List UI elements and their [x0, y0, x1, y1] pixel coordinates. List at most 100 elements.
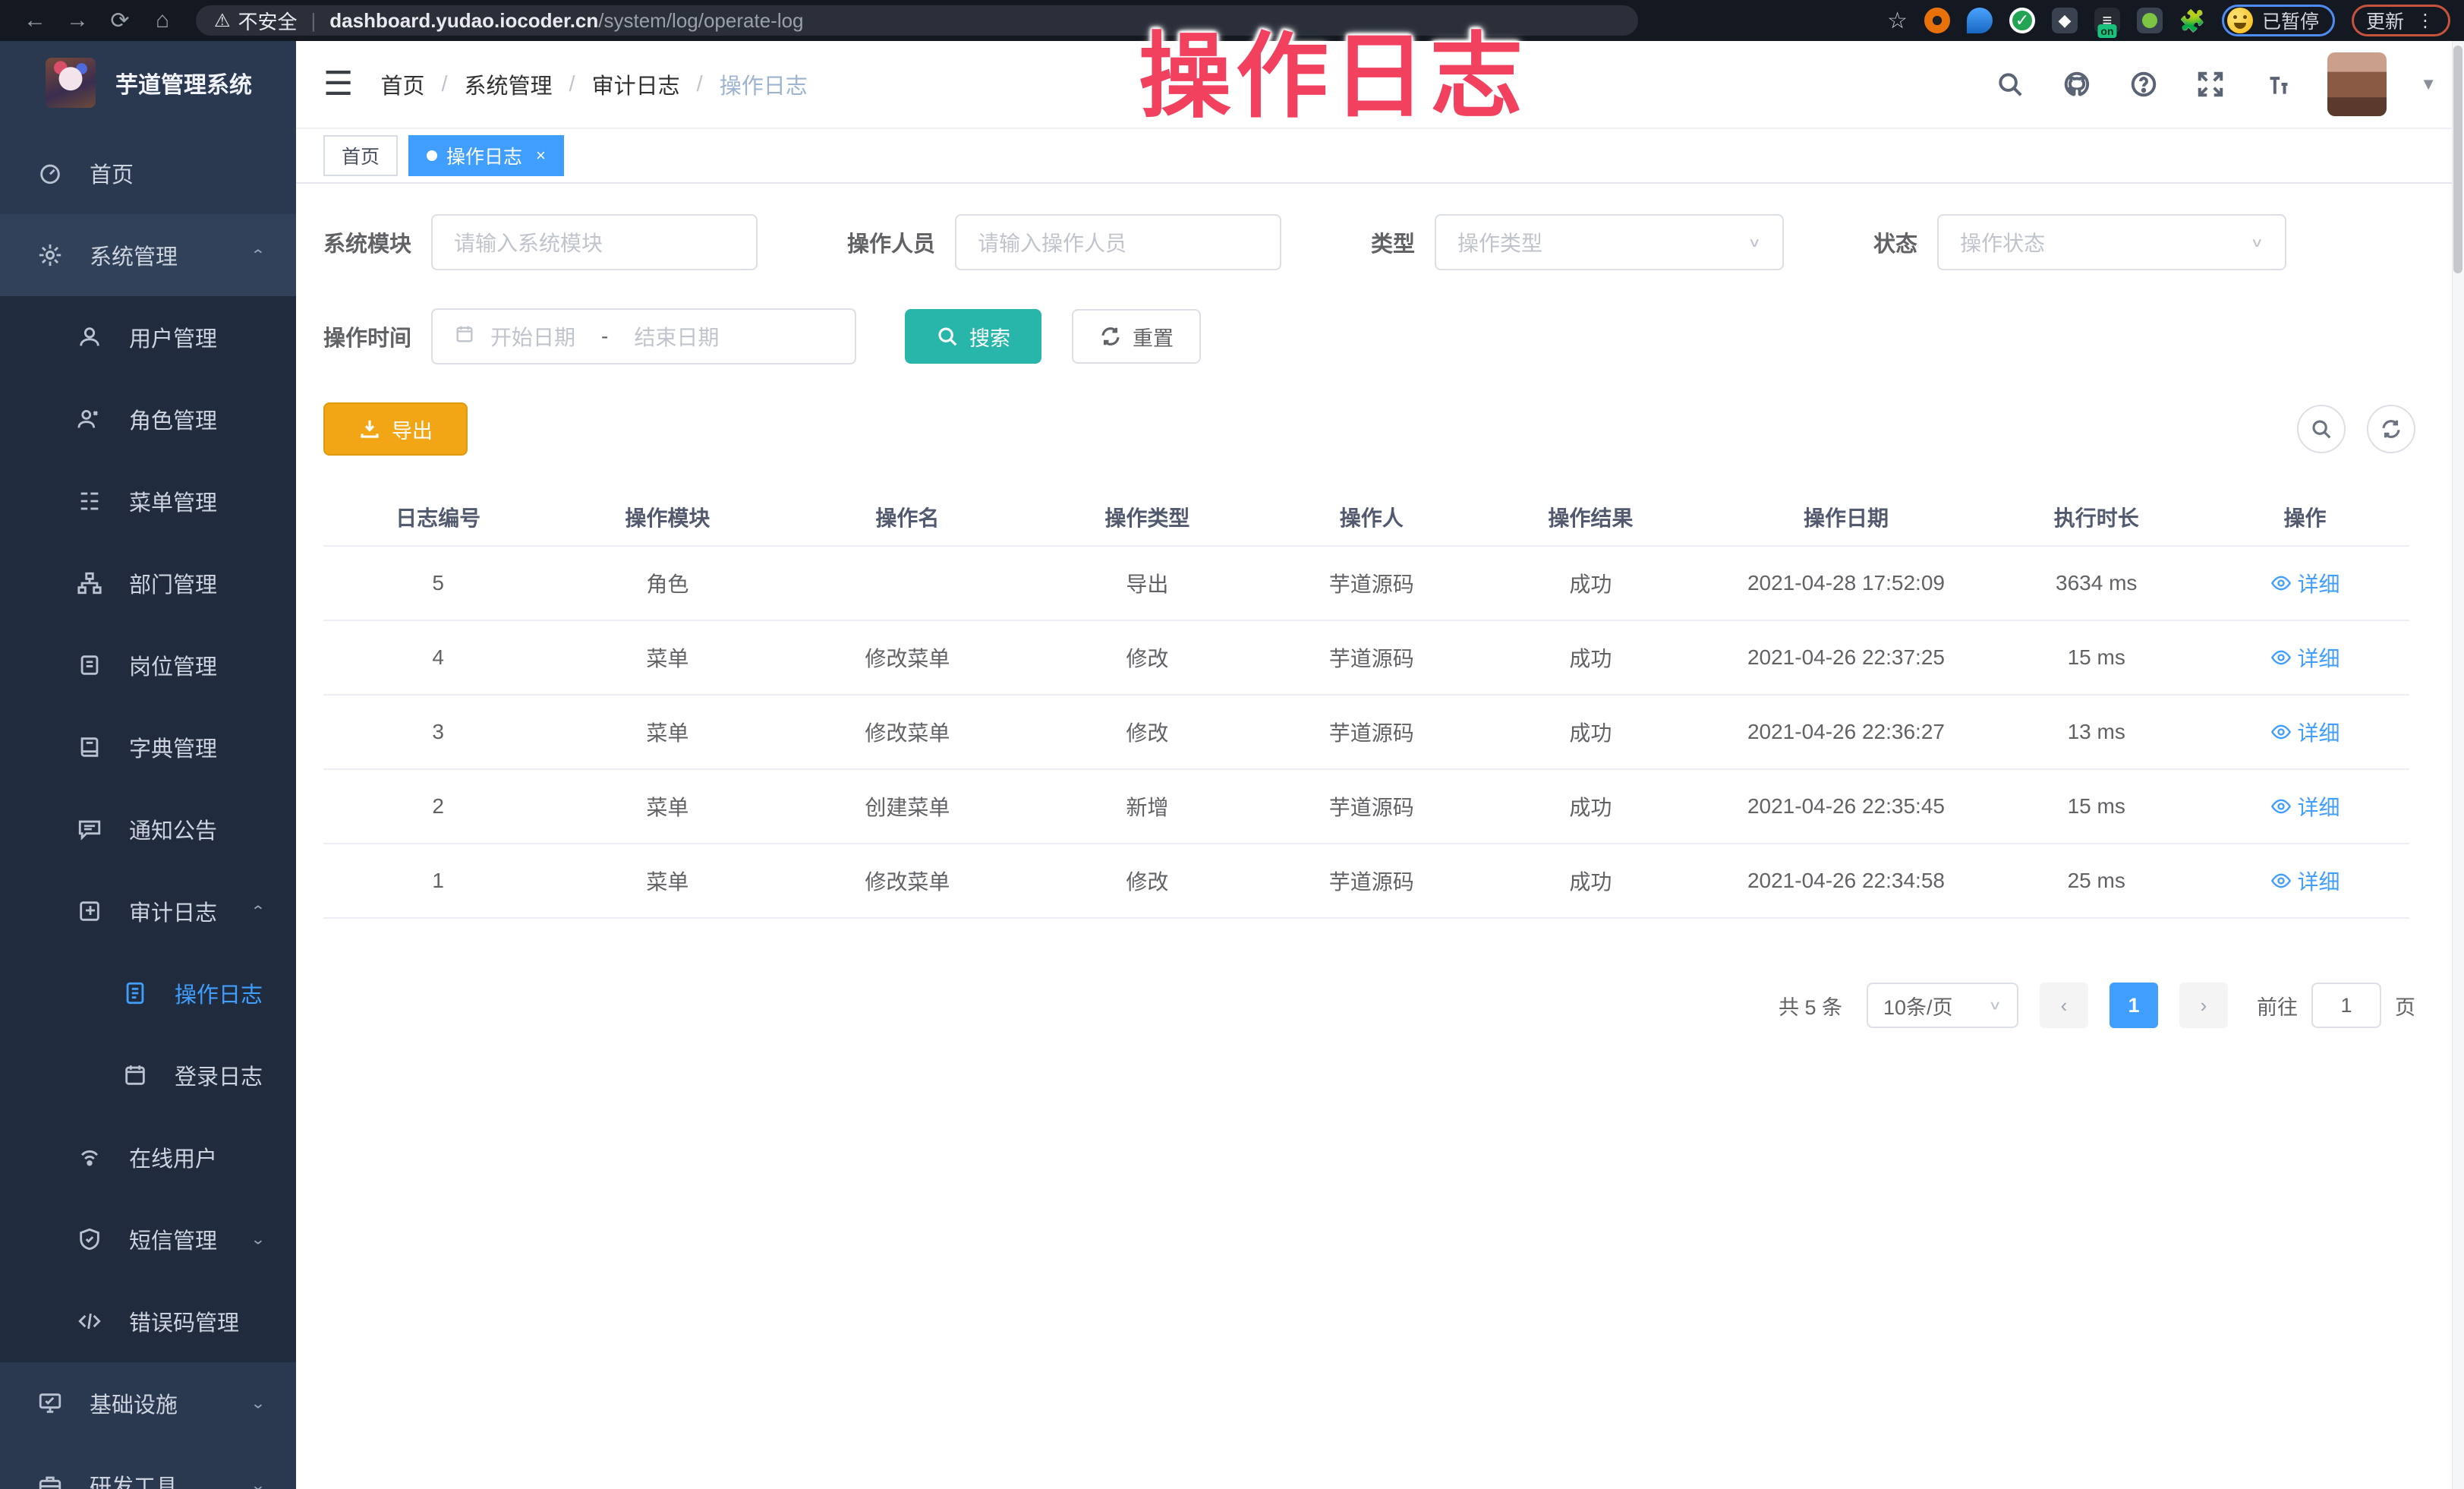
reset-button[interactable]: 重置 — [1072, 309, 1201, 364]
extension-blue-icon[interactable]: ◆ — [2052, 8, 2078, 33]
module-input[interactable]: 请输入系统模块 — [431, 214, 758, 270]
next-page-button[interactable]: › — [2179, 983, 2228, 1028]
sidebar-item-department-management[interactable]: 部门管理 — [0, 542, 296, 624]
col-type: 操作类型 — [1032, 502, 1262, 532]
sidebar-item-notice-announcement[interactable]: 通知公告 — [0, 788, 296, 870]
sidebar-item-operate-log[interactable]: 操作日志 — [0, 952, 296, 1034]
paused-label: 已暂停 — [2262, 7, 2319, 34]
extensions-puzzle-icon[interactable]: 🧩 — [2179, 8, 2205, 33]
breadcrumb-system[interactable]: 系统管理 — [465, 68, 553, 100]
site-warning[interactable]: ⚠ 不安全 — [214, 7, 298, 35]
breadcrumb-operate-log: 操作日志 — [720, 68, 808, 100]
system-management-submenu: 用户管理 角色管理 菜单管理 部门管理 岗位管理 — [0, 296, 296, 1362]
browser-update-button[interactable]: 更新 ⋮ — [2352, 5, 2450, 36]
bookmark-star-icon[interactable]: ☆ — [1887, 8, 1908, 34]
sidebar-item-error-code-management[interactable]: 错误码管理 — [0, 1280, 296, 1362]
sidebar-item-infrastructure[interactable]: 基础设施 ⌄ — [0, 1362, 296, 1444]
filter-row-1: 系统模块 请输入系统模块 操作人员 请输入操作人员 类型 操作类型 ∨ 状态 操… — [323, 214, 2415, 270]
avatar-caret-down-icon[interactable]: ▼ — [2420, 74, 2437, 94]
sidebar-item-sms-management[interactable]: 短信管理 ⌄ — [0, 1198, 296, 1280]
sidebar-item-online-users[interactable]: 在线用户 — [0, 1116, 296, 1198]
extension-leaf-icon[interactable] — [2137, 8, 2163, 33]
shield-icon — [76, 1226, 103, 1252]
sidebar-item-login-log[interactable]: 登录日志 — [0, 1034, 296, 1116]
gear-icon — [36, 242, 64, 268]
browser-refresh-icon[interactable]: ⟳ — [99, 8, 141, 34]
sidebar-item-home[interactable]: 首页 — [0, 132, 296, 214]
filter-row-2: 操作时间 开始日期 - 结束日期 搜索 重置 — [323, 308, 2415, 364]
breadcrumb-audit-log[interactable]: 审计日志 — [592, 68, 680, 100]
profile-paused-badge[interactable]: 已暂停 — [2222, 5, 2335, 36]
breadcrumb-home[interactable]: 首页 — [380, 68, 424, 100]
date-range-picker[interactable]: 开始日期 - 结束日期 — [431, 308, 856, 364]
table-row: 2 菜单 创建菜单 新增 芋道源码 成功 2021-04-26 22:35:45… — [323, 770, 2409, 844]
annotation-title: 操作日志 — [1139, 2, 1527, 136]
font-size-icon[interactable] — [2261, 68, 2294, 101]
extension-green-icon[interactable]: ✓ — [2009, 8, 2035, 33]
browser-toolbar-right: ☆ ✓ ◆ ≡on 🧩 已暂停 更新 ⋮ — [1887, 5, 2450, 36]
detail-link[interactable]: 详细 — [2270, 568, 2340, 598]
extension-orange-icon[interactable] — [1924, 8, 1950, 33]
table-header-row: 日志编号 操作模块 操作名 操作类型 操作人 操作结果 操作日期 执行时长 操作 — [323, 489, 2409, 547]
page-size-select[interactable]: 10条/页 ∨ — [1867, 983, 2018, 1028]
github-icon[interactable] — [2060, 68, 2094, 101]
toggle-search-button[interactable] — [2297, 405, 2346, 453]
app-logo[interactable]: 芋道管理系统 — [0, 41, 296, 125]
table-mini-buttons — [2297, 405, 2415, 453]
tab-operate-log[interactable]: 操作日志 × — [408, 135, 564, 176]
export-button[interactable]: 导出 — [323, 402, 468, 456]
browser-forward-icon[interactable]: → — [56, 8, 99, 33]
active-tab-dot — [427, 150, 437, 161]
dashboard-icon — [36, 160, 64, 186]
search-icon[interactable] — [1993, 68, 2027, 101]
sidebar-item-dev-tools[interactable]: 研发工具 ⌄ — [0, 1444, 296, 1489]
sidebar-item-user-management[interactable]: 用户管理 — [0, 296, 296, 378]
status-label: 状态 — [1873, 226, 1917, 258]
status-select[interactable]: 操作状态 ∨ — [1937, 214, 2286, 270]
sidebar-item-menu-management[interactable]: 菜单管理 — [0, 460, 296, 542]
browser-home-icon[interactable]: ⌂ — [141, 8, 184, 33]
sidebar-toggle-icon[interactable]: ☰ — [323, 68, 353, 101]
profile-emoji-avatar — [2227, 8, 2253, 33]
pagination-total: 共 5 条 — [1779, 991, 1842, 1021]
col-operator: 操作人 — [1262, 502, 1482, 532]
users-icon — [76, 406, 103, 432]
sidebar-item-audit-log[interactable]: 审计日志 ⌃ — [0, 870, 296, 952]
detail-link[interactable]: 详细 — [2270, 866, 2340, 896]
sidebar-item-system-management[interactable]: 系统管理 ⌃ — [0, 214, 296, 296]
fullscreen-icon[interactable] — [2194, 68, 2227, 101]
extension-switch-icon[interactable]: ≡on — [2094, 8, 2120, 33]
chevron-down-icon: ∨ — [1747, 235, 1761, 250]
page-number-1[interactable]: 1 — [2110, 983, 2158, 1028]
help-icon[interactable] — [2127, 68, 2160, 101]
goto-page: 前往 页 — [2257, 983, 2415, 1028]
detail-link[interactable]: 详细 — [2270, 717, 2340, 747]
prev-page-button[interactable]: ‹ — [2040, 983, 2088, 1028]
tab-close-icon[interactable]: × — [536, 146, 546, 166]
sidebar-item-post-management[interactable]: 岗位管理 — [0, 624, 296, 706]
window-scrollbar[interactable] — [2452, 41, 2464, 1489]
sidebar-item-role-management[interactable]: 角色管理 — [0, 378, 296, 460]
type-select[interactable]: 操作类型 ∨ — [1435, 214, 1784, 270]
detail-link[interactable]: 详细 — [2270, 791, 2340, 822]
scrollbar-thumb[interactable] — [2453, 46, 2462, 273]
sidebar-menu: 首页 系统管理 ⌃ 用户管理 角色管理 菜单管理 — [0, 132, 296, 1489]
goto-page-input[interactable] — [2311, 983, 2381, 1028]
refresh-table-button[interactable] — [2367, 405, 2415, 453]
user-avatar[interactable] — [2327, 52, 2387, 116]
sidebar-item-dict-management[interactable]: 字典管理 — [0, 706, 296, 788]
search-button[interactable]: 搜索 — [905, 309, 1041, 364]
operator-input[interactable]: 请输入操作人员 — [955, 214, 1281, 270]
end-date-placeholder: 结束日期 — [634, 321, 719, 352]
browser-menu-icon[interactable]: ⋮ — [2416, 10, 2436, 32]
browser-back-icon[interactable]: ← — [14, 8, 56, 33]
chevron-up-icon: ⌃ — [250, 902, 266, 920]
detail-link[interactable]: 详细 — [2270, 642, 2340, 673]
tab-home[interactable]: 首页 — [323, 135, 398, 176]
extension-pin-icon[interactable] — [1967, 8, 1993, 33]
user-icon — [76, 324, 103, 350]
operate-log-table: 日志编号 操作模块 操作名 操作类型 操作人 操作结果 操作日期 执行时长 操作… — [323, 489, 2409, 919]
chevron-down-icon: ∨ — [1988, 998, 2002, 1013]
badge-icon — [76, 652, 103, 678]
page-unit-label: 页 — [2395, 991, 2415, 1021]
